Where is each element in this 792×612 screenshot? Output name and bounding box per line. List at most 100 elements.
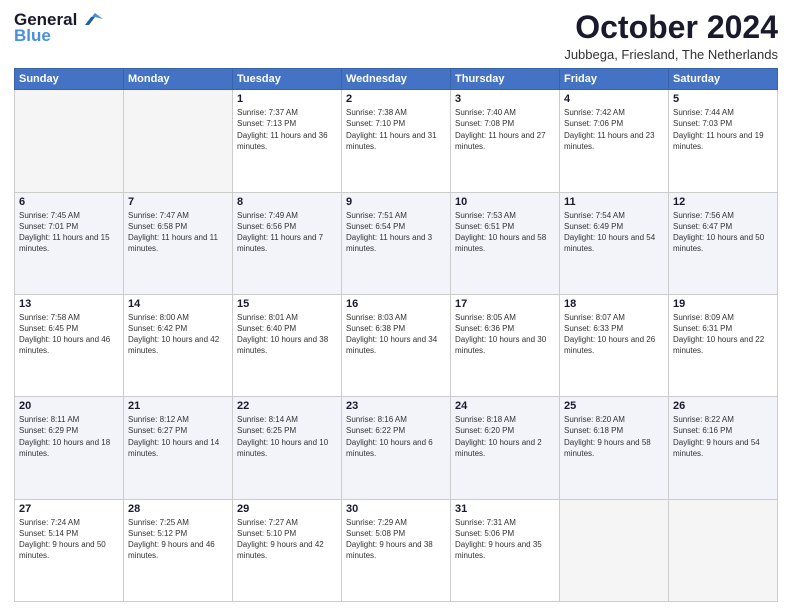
day-info: Sunrise: 7:54 AM Sunset: 6:49 PM Dayligh… (564, 210, 664, 255)
day-info: Sunrise: 7:24 AM Sunset: 5:14 PM Dayligh… (19, 517, 119, 562)
col-tuesday: Tuesday (233, 69, 342, 90)
table-cell: 30 Sunrise: 7:29 AM Sunset: 5:08 PM Dayli… (342, 499, 451, 601)
day-number: 17 (455, 298, 555, 310)
day-info: Sunrise: 7:51 AM Sunset: 6:54 PM Dayligh… (346, 210, 446, 255)
day-number: 28 (128, 503, 228, 515)
table-cell: 21Sunrise: 8:12 AM Sunset: 6:27 PM Dayli… (124, 397, 233, 499)
day-info: Sunrise: 8:16 AM Sunset: 6:22 PM Dayligh… (346, 414, 446, 459)
day-number: 20 (19, 400, 119, 412)
table-cell: 31 Sunrise: 7:31 AM Sunset: 5:06 PM Dayli… (451, 499, 560, 601)
day-info: Sunrise: 7:56 AM Sunset: 6:47 PM Dayligh… (673, 210, 773, 255)
table-cell (669, 499, 778, 601)
day-info: Sunrise: 7:53 AM Sunset: 6:51 PM Dayligh… (455, 210, 555, 255)
day-info: Sunrise: 7:45 AM Sunset: 7:01 PM Dayligh… (19, 210, 119, 255)
day-number: 16 (346, 298, 446, 310)
table-cell: 17 Sunrise: 8:05 AM Sunset: 6:36 PM Dayli… (451, 294, 560, 396)
day-info: Sunrise: 8:18 AM Sunset: 6:20 PM Dayligh… (455, 414, 555, 459)
table-cell (15, 90, 124, 192)
table-cell: 15 Sunrise: 8:01 AM Sunset: 6:40 PM Dayli… (233, 294, 342, 396)
day-number: 25 (564, 400, 664, 412)
location: Jubbega, Friesland, The Netherlands (564, 47, 778, 62)
calendar-week-row: 13Sunrise: 7:58 AM Sunset: 6:45 PM Dayli… (15, 294, 778, 396)
day-number: 4 (564, 93, 664, 105)
day-info: Sunrise: 7:44 AM Sunset: 7:03 PM Dayligh… (673, 107, 773, 152)
header-row: Sunday Monday Tuesday Wednesday Thursday… (15, 69, 778, 90)
day-number: 31 (455, 503, 555, 515)
day-number: 15 (237, 298, 337, 310)
day-info: Sunrise: 8:22 AM Sunset: 6:16 PM Dayligh… (673, 414, 773, 459)
col-monday: Monday (124, 69, 233, 90)
day-number: 26 (673, 400, 773, 412)
day-number: 8 (237, 196, 337, 208)
table-cell: 23 Sunrise: 8:16 AM Sunset: 6:22 PM Dayli… (342, 397, 451, 499)
table-cell: 4Sunrise: 7:42 AM Sunset: 7:06 PM Daylig… (560, 90, 669, 192)
day-info: Sunrise: 8:11 AM Sunset: 6:29 PM Dayligh… (19, 414, 119, 459)
table-cell: 19 Sunrise: 8:09 AM Sunset: 6:31 PM Dayli… (669, 294, 778, 396)
calendar-week-row: 27Sunrise: 7:24 AM Sunset: 5:14 PM Dayli… (15, 499, 778, 601)
logo-blue-text: Blue (14, 26, 51, 46)
col-sunday: Sunday (15, 69, 124, 90)
day-number: 19 (673, 298, 773, 310)
table-cell: 14 Sunrise: 8:00 AM Sunset: 6:42 PM Dayli… (124, 294, 233, 396)
col-saturday: Saturday (669, 69, 778, 90)
day-number: 13 (19, 298, 119, 310)
day-info: Sunrise: 8:07 AM Sunset: 6:33 PM Dayligh… (564, 312, 664, 357)
day-number: 21 (128, 400, 228, 412)
day-info: Sunrise: 7:25 AM Sunset: 5:12 PM Dayligh… (128, 517, 228, 562)
month-title: October 2024 (564, 10, 778, 45)
day-number: 24 (455, 400, 555, 412)
page: General Blue October 2024 Jubbega, Fries… (0, 0, 792, 612)
day-info: Sunrise: 7:29 AM Sunset: 5:08 PM Dayligh… (346, 517, 446, 562)
day-info: Sunrise: 7:38 AM Sunset: 7:10 PM Dayligh… (346, 107, 446, 152)
day-info: Sunrise: 7:49 AM Sunset: 6:56 PM Dayligh… (237, 210, 337, 255)
table-cell: 16 Sunrise: 8:03 AM Sunset: 6:38 PM Dayli… (342, 294, 451, 396)
table-cell: 28 Sunrise: 7:25 AM Sunset: 5:12 PM Dayli… (124, 499, 233, 601)
day-info: Sunrise: 8:20 AM Sunset: 6:18 PM Dayligh… (564, 414, 664, 459)
day-number: 9 (346, 196, 446, 208)
table-cell: 22Sunrise: 8:14 AM Sunset: 6:25 PM Dayli… (233, 397, 342, 499)
table-cell: 10Sunrise: 7:53 AM Sunset: 6:51 PM Dayli… (451, 192, 560, 294)
day-number: 3 (455, 93, 555, 105)
title-area: October 2024 Jubbega, Friesland, The Net… (564, 10, 778, 62)
table-cell: 3 Sunrise: 7:40 AM Sunset: 7:08 PM Daylig… (451, 90, 560, 192)
table-cell (560, 499, 669, 601)
day-number: 2 (346, 93, 446, 105)
table-cell: 1Sunrise: 7:37 AM Sunset: 7:13 PM Daylig… (233, 90, 342, 192)
table-cell: 18 Sunrise: 8:07 AM Sunset: 6:33 PM Dayli… (560, 294, 669, 396)
day-info: Sunrise: 7:27 AM Sunset: 5:10 PM Dayligh… (237, 517, 337, 562)
calendar-week-row: 6Sunrise: 7:45 AM Sunset: 7:01 PM Daylig… (15, 192, 778, 294)
day-number: 14 (128, 298, 228, 310)
day-number: 23 (346, 400, 446, 412)
day-number: 30 (346, 503, 446, 515)
table-cell: 13Sunrise: 7:58 AM Sunset: 6:45 PM Dayli… (15, 294, 124, 396)
day-info: Sunrise: 7:47 AM Sunset: 6:58 PM Dayligh… (128, 210, 228, 255)
calendar-table: Sunday Monday Tuesday Wednesday Thursday… (14, 68, 778, 602)
table-cell: 12Sunrise: 7:56 AM Sunset: 6:47 PM Dayli… (669, 192, 778, 294)
table-cell (124, 90, 233, 192)
day-number: 22 (237, 400, 337, 412)
table-cell: 20 Sunrise: 8:11 AM Sunset: 6:29 PM Dayli… (15, 397, 124, 499)
day-info: Sunrise: 8:05 AM Sunset: 6:36 PM Dayligh… (455, 312, 555, 357)
col-thursday: Thursday (451, 69, 560, 90)
table-cell: 2 Sunrise: 7:38 AM Sunset: 7:10 PM Daylig… (342, 90, 451, 192)
day-info: Sunrise: 8:03 AM Sunset: 6:38 PM Dayligh… (346, 312, 446, 357)
day-info: Sunrise: 8:01 AM Sunset: 6:40 PM Dayligh… (237, 312, 337, 357)
day-number: 5 (673, 93, 773, 105)
col-wednesday: Wednesday (342, 69, 451, 90)
table-cell: 29 Sunrise: 7:27 AM Sunset: 5:10 PM Dayli… (233, 499, 342, 601)
table-cell: 25 Sunrise: 8:20 AM Sunset: 6:18 PM Dayli… (560, 397, 669, 499)
day-info: Sunrise: 8:00 AM Sunset: 6:42 PM Dayligh… (128, 312, 228, 357)
header: General Blue October 2024 Jubbega, Fries… (14, 10, 778, 62)
col-friday: Friday (560, 69, 669, 90)
day-number: 29 (237, 503, 337, 515)
day-number: 7 (128, 196, 228, 208)
day-info: Sunrise: 7:40 AM Sunset: 7:08 PM Dayligh… (455, 107, 555, 152)
logo-bird-icon (81, 11, 103, 29)
day-info: Sunrise: 8:09 AM Sunset: 6:31 PM Dayligh… (673, 312, 773, 357)
table-cell: 5 Sunrise: 7:44 AM Sunset: 7:03 PM Daylig… (669, 90, 778, 192)
day-info: Sunrise: 7:31 AM Sunset: 5:06 PM Dayligh… (455, 517, 555, 562)
table-cell: 11Sunrise: 7:54 AM Sunset: 6:49 PM Dayli… (560, 192, 669, 294)
day-number: 18 (564, 298, 664, 310)
table-cell: 24 Sunrise: 8:18 AM Sunset: 6:20 PM Dayli… (451, 397, 560, 499)
logo: General Blue (14, 10, 103, 46)
